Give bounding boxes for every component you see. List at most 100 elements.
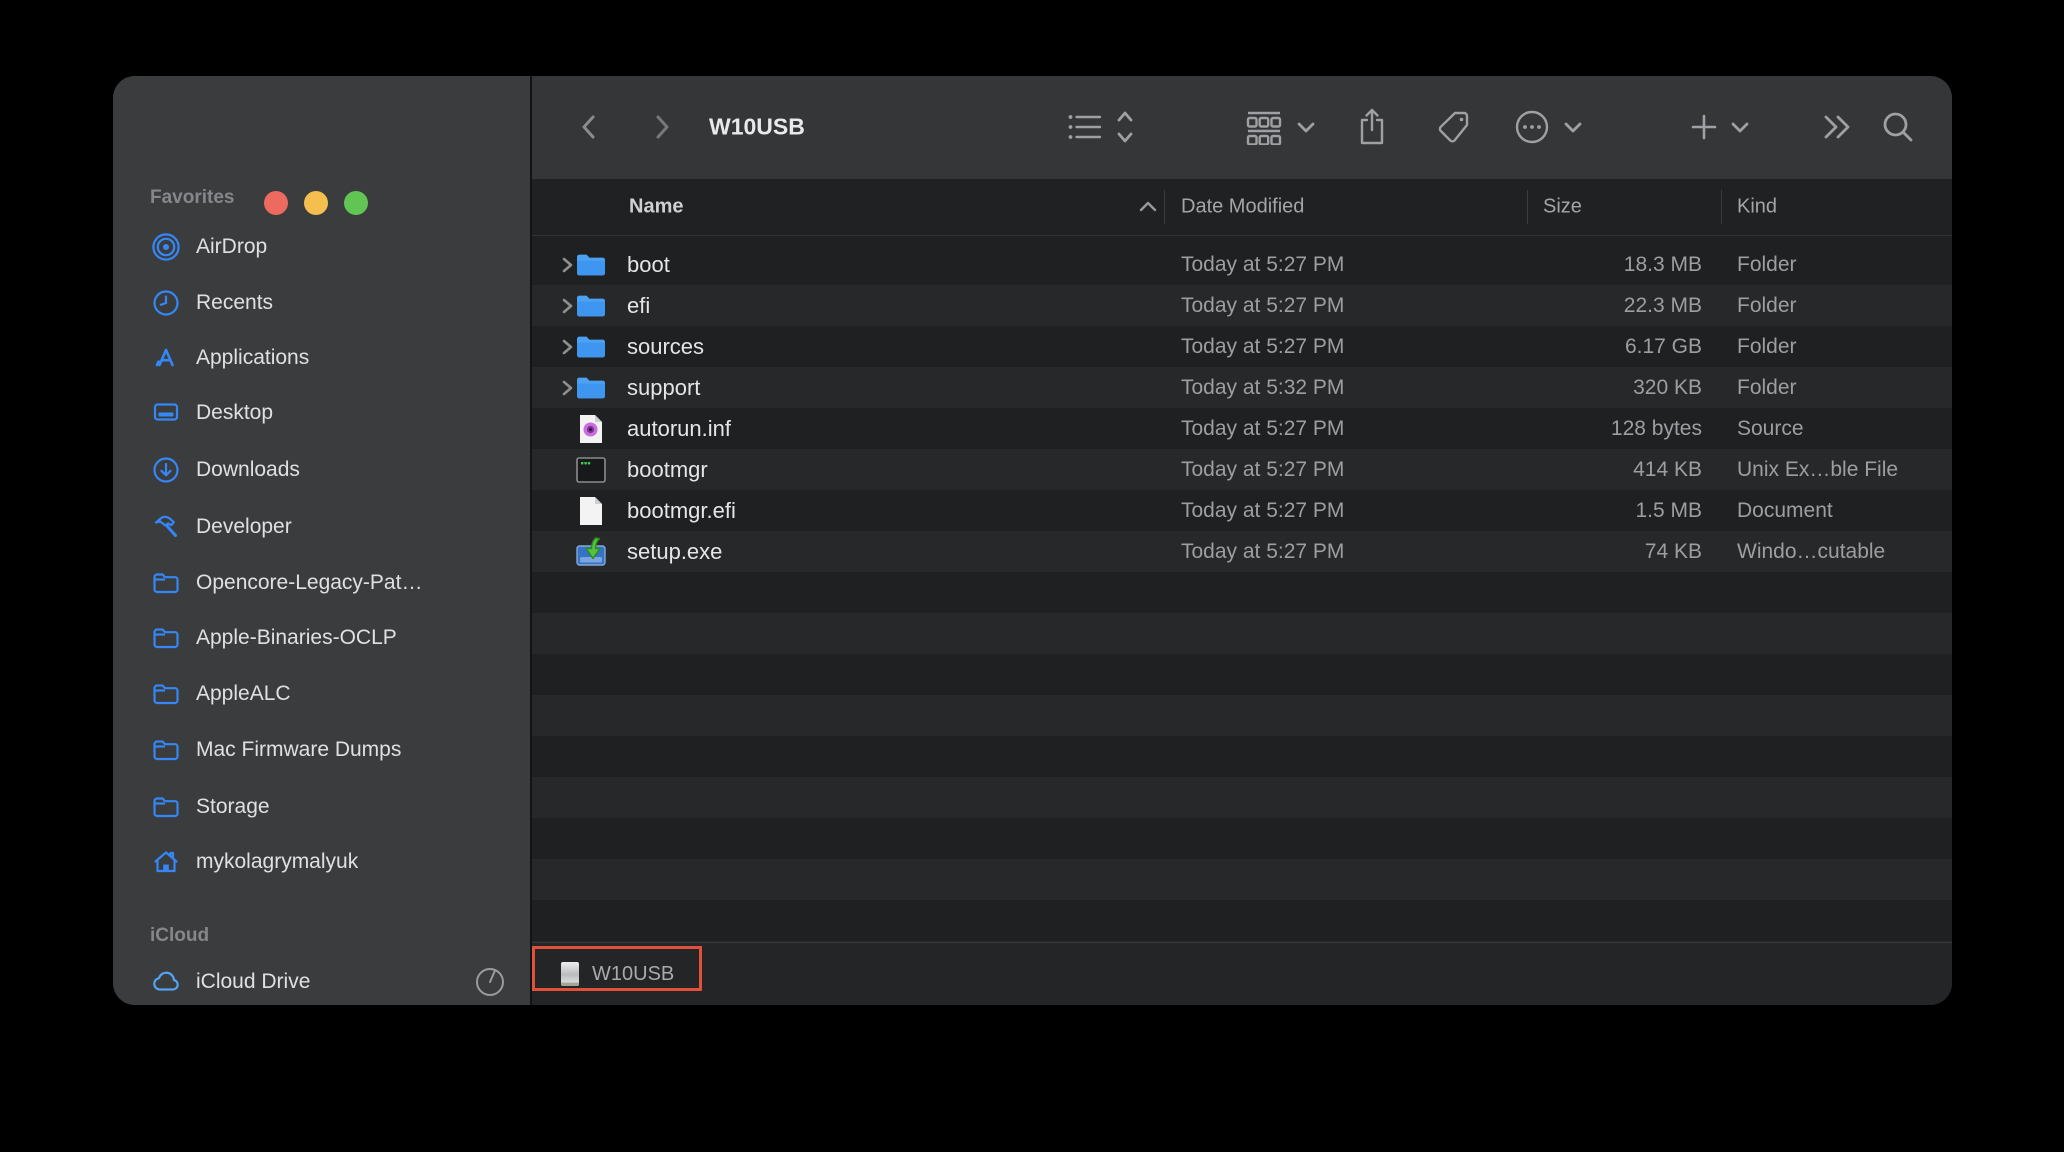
file-kind: Unix Ex…ble File <box>1737 457 1899 481</box>
file-size: 320 KB <box>1633 375 1702 399</box>
column-header-kind[interactable]: Kind <box>1737 196 1777 219</box>
empty-stripe <box>532 736 1952 777</box>
sidebar-item-storage[interactable]: Storage <box>113 779 530 835</box>
sort-ascending-icon <box>1137 200 1159 214</box>
table-row[interactable]: support Today at 5:32 PM 320 KB Folder <box>532 367 1952 408</box>
sidebar-item-mac-firmware-dumps[interactable]: Mac Firmware Dumps <box>113 722 530 778</box>
column-divider[interactable] <box>1721 190 1722 224</box>
table-row[interactable]: boot Today at 5:27 PM 18.3 MB Folder <box>532 244 1952 285</box>
cloud-icon <box>150 966 182 998</box>
sidebar-item-label: mykolagrymalyuk <box>196 850 359 873</box>
file-date: Today at 5:32 PM <box>1181 375 1345 399</box>
volume-path-item[interactable]: W10USB <box>558 960 674 988</box>
new-item-plus-icon[interactable] <box>1688 111 1720 143</box>
sidebar-item-desktop[interactable]: Desktop <box>113 385 530 441</box>
external-disk-icon <box>558 960 582 988</box>
share-icon[interactable] <box>1355 106 1389 148</box>
file-name: bootmgr.efi <box>627 497 736 523</box>
table-row[interactable]: sources Today at 5:27 PM 6.17 GB Folder <box>532 326 1952 367</box>
sort-chevrons-icon[interactable] <box>1115 108 1135 146</box>
forward-button[interactable] <box>651 110 673 144</box>
sidebar-item-label: Recents <box>196 291 274 314</box>
folder-icon <box>150 791 182 823</box>
sidebar-item-airdrop[interactable]: AirDrop <box>113 219 530 275</box>
table-row[interactable]: efi Today at 5:27 PM 22.3 MB Folder <box>532 285 1952 326</box>
file-name: boot <box>627 251 670 277</box>
toolbar: W10USB <box>532 76 1952 179</box>
file-name: support <box>627 374 701 400</box>
desktop-background: Favorites AirDrop Recents Applications D… <box>0 0 2064 1152</box>
toolbar-overflow-icon[interactable] <box>1818 111 1858 143</box>
tag-icon[interactable] <box>1434 107 1474 147</box>
list-top-spacer <box>532 236 1952 244</box>
file-size: 414 KB <box>1633 457 1702 481</box>
more-actions-icon[interactable] <box>1512 107 1552 147</box>
file-kind: Folder <box>1737 334 1797 358</box>
clock-icon <box>150 287 182 319</box>
folder-icon <box>150 567 182 599</box>
folder-icon <box>574 370 608 406</box>
sidebar-item-apple-binaries-oclp[interactable]: Apple-Binaries-OCLP <box>113 610 530 666</box>
file-date: Today at 5:27 PM <box>1181 416 1345 440</box>
sidebar-item-home[interactable]: mykolagrymalyuk <box>113 834 530 890</box>
sidebar-item-recents[interactable]: Recents <box>113 275 530 331</box>
column-header-name[interactable]: Name <box>629 196 683 219</box>
file-kind: Folder <box>1737 375 1797 399</box>
file-size: 22.3 MB <box>1623 293 1702 317</box>
zoom-button[interactable] <box>344 191 368 215</box>
file-date: Today at 5:27 PM <box>1181 498 1345 522</box>
file-date: Today at 5:27 PM <box>1181 457 1345 481</box>
file-size: 1.5 MB <box>1635 498 1702 522</box>
column-divider[interactable] <box>1164 190 1165 224</box>
status-bar: W10USB <box>532 942 1952 1005</box>
column-divider[interactable] <box>1527 190 1528 224</box>
sidebar-item-label: Mac Firmware Dumps <box>196 738 402 761</box>
column-header-date-modified[interactable]: Date Modified <box>1181 196 1304 219</box>
folder-icon <box>574 329 608 365</box>
desktop-icon <box>150 397 182 429</box>
table-row[interactable]: bootmgr.efi Today at 5:27 PM 1.5 MB Docu… <box>532 490 1952 531</box>
file-date: Today at 5:27 PM <box>1181 334 1345 358</box>
file-name: autorun.inf <box>627 415 731 441</box>
home-icon <box>150 846 182 878</box>
search-icon[interactable] <box>1879 108 1917 146</box>
source-file-icon <box>574 411 608 447</box>
empty-stripe <box>532 818 1952 859</box>
file-size: 6.17 GB <box>1624 334 1702 358</box>
sidebar-item-downloads[interactable]: Downloads <box>113 442 530 498</box>
sidebar-item-applications[interactable]: Applications <box>113 330 530 386</box>
group-by-icon[interactable] <box>1245 109 1283 145</box>
sidebar-item-label: Storage <box>196 795 270 818</box>
download-circle-icon <box>150 454 182 486</box>
empty-stripe <box>532 777 1952 818</box>
sidebar-item-opencore-legacy[interactable]: Opencore-Legacy-Pat… <box>113 555 530 611</box>
airdrop-icon <box>150 231 182 263</box>
table-row[interactable]: bootmgr Today at 5:27 PM 414 KB Unix Ex…… <box>532 449 1952 490</box>
sidebar-item-label: Apple-Binaries-OCLP <box>196 626 397 649</box>
file-date: Today at 5:27 PM <box>1181 252 1345 276</box>
column-header-size[interactable]: Size <box>1543 196 1582 219</box>
sidebar-item-label: AppleALC <box>196 682 291 705</box>
unix-exec-icon <box>574 452 608 488</box>
sidebar-section-icloud: iCloud <box>150 925 210 946</box>
file-date: Today at 5:27 PM <box>1181 539 1345 563</box>
sidebar-item-applealc[interactable]: AppleALC <box>113 666 530 722</box>
window-controls <box>264 191 368 215</box>
file-kind: Source <box>1737 416 1804 440</box>
back-button[interactable] <box>578 110 600 144</box>
sidebar: Favorites AirDrop Recents Applications D… <box>113 76 530 1005</box>
chevron-down-icon[interactable] <box>1729 120 1751 134</box>
appstore-a-icon <box>150 342 182 374</box>
chevron-down-icon[interactable] <box>1295 120 1317 134</box>
folder-icon <box>150 734 182 766</box>
chevron-down-icon[interactable] <box>1562 120 1584 134</box>
minimize-button[interactable] <box>304 191 328 215</box>
close-button[interactable] <box>264 191 288 215</box>
sidebar-item-developer[interactable]: Developer <box>113 499 530 555</box>
file-date: Today at 5:27 PM <box>1181 293 1345 317</box>
table-row[interactable]: autorun.inf Today at 5:27 PM 128 bytes S… <box>532 408 1952 449</box>
list-view-icon[interactable] <box>1067 112 1103 142</box>
empty-stripe <box>532 654 1952 695</box>
sidebar-item-label: Desktop <box>196 401 274 424</box>
table-row[interactable]: setup.exe Today at 5:27 PM 74 KB Windo…c… <box>532 531 1952 572</box>
